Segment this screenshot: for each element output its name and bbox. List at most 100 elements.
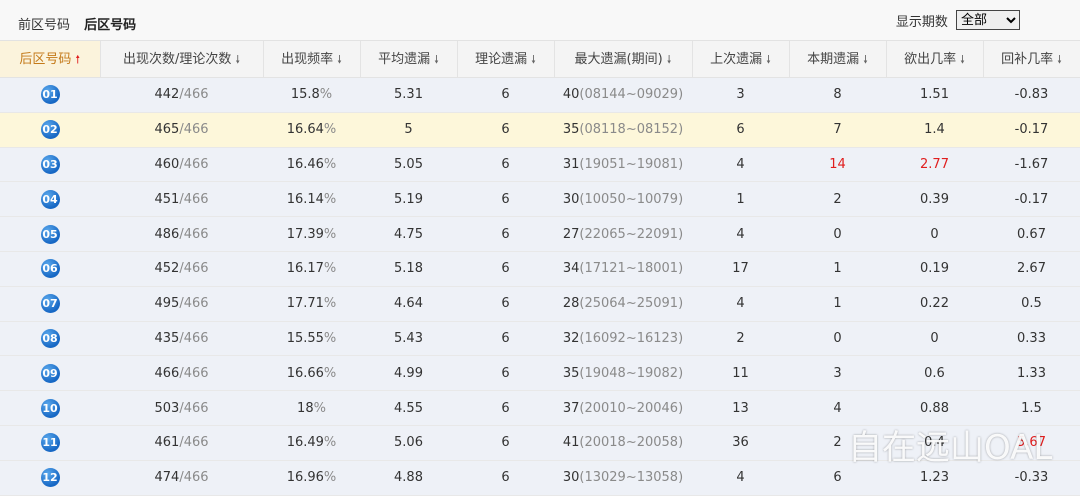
table-row[interactable]: 07 495/466 17.71% 4.64 6 28(25064~25091)…: [0, 286, 1080, 322]
column-label: 后区号码: [19, 52, 72, 67]
max-miss-cell: 27(22065~22091): [554, 216, 692, 252]
sort-down-icon: 🠗: [531, 53, 536, 66]
number-ball: 01: [40, 85, 60, 105]
table-row[interactable]: 03 460/466 16.46% 5.05 6 31(19051~19081)…: [0, 147, 1080, 183]
theory-count: /466: [179, 261, 209, 277]
number-cell: 01: [0, 77, 100, 113]
max-miss-value: 28: [562, 296, 580, 312]
last-miss-cell: 4: [692, 147, 789, 183]
max-miss-range: (19051~19081): [579, 156, 684, 172]
theory-miss-cell: 6: [457, 355, 554, 392]
number-cell: 10: [0, 390, 100, 426]
table-row[interactable]: 05 486/466 17.39% 4.75 6 27(22065~22091)…: [0, 216, 1080, 252]
table-row[interactable]: 08 435/466 15.55% 5.43 6 32(16092~16123)…: [0, 321, 1080, 357]
column-label: 出现频率: [281, 52, 334, 67]
sort-down-icon: 🠗: [766, 53, 771, 66]
frequency-cell: 16.64%: [263, 112, 360, 148]
last-miss-cell: 4: [692, 216, 789, 252]
theory-count: /466: [179, 156, 209, 172]
table-row[interactable]: 06 452/466 16.17% 5.18 6 34(17121~18001)…: [0, 251, 1080, 287]
table-row[interactable]: 10 503/466 18% 4.55 6 37(20010~20046) 13…: [0, 390, 1080, 426]
want-rate-cell: 2.77: [886, 147, 983, 183]
back-rate-cell: 2.67: [983, 251, 1080, 287]
max-miss-range: (17121~18001): [579, 261, 684, 277]
count-value: 452: [154, 261, 180, 277]
frequency-cell: 16.49%: [263, 425, 360, 461]
column-header-max-miss[interactable]: 最大遗漏(期间) 🠗: [554, 41, 693, 78]
column-header-theory-miss[interactable]: 理论遗漏 🠗: [457, 41, 555, 78]
column-header-last-miss[interactable]: 上次遗漏 🠗: [692, 41, 790, 78]
table-row[interactable]: 09 466/466 16.66% 4.99 6 35(19048~19082)…: [0, 355, 1080, 392]
percent-sign: %: [323, 365, 337, 381]
column-header-current-miss[interactable]: 本期遗漏 🠗: [789, 41, 887, 78]
back-rate-cell: -0.17: [983, 181, 1080, 218]
table-row[interactable]: 04 451/466 16.14% 5.19 6 30(10050~10079)…: [0, 181, 1080, 218]
period-select[interactable]: 全部: [956, 10, 1020, 30]
avg-miss-cell: 5.19: [360, 181, 457, 218]
column-label: 欲出几率: [904, 52, 957, 67]
max-miss-value: 35: [562, 122, 580, 138]
current-miss-cell: 0: [789, 321, 886, 357]
current-miss-cell: 1: [789, 286, 886, 322]
percent-sign: %: [323, 156, 337, 172]
want-rate-cell: 0.39: [886, 181, 983, 218]
column-header-number[interactable]: 后区号码 🠕: [0, 41, 101, 78]
max-miss-value: 37: [562, 400, 580, 416]
max-miss-value: 32: [562, 330, 580, 346]
want-rate-cell: 1.51: [886, 77, 983, 113]
column-label: 理论遗漏: [475, 52, 528, 67]
theory-count: /466: [179, 296, 209, 312]
count-cell: 474/466: [100, 460, 263, 496]
sort-up-icon: 🠕: [75, 53, 81, 66]
table-row[interactable]: 02 465/466 16.64% 5 6 35(08118~08152) 6 …: [0, 112, 1080, 148]
percent-sign: %: [323, 226, 337, 242]
top-toolbar: 前区号码 后区号码 显示期数 全部: [0, 0, 1080, 41]
max-miss-range: (20018~20058): [579, 435, 684, 451]
theory-miss-cell: 6: [457, 425, 554, 461]
count-cell: 460/466: [100, 147, 263, 183]
avg-miss-cell: 5.06: [360, 425, 457, 461]
theory-miss-cell: 6: [457, 112, 554, 148]
want-rate-cell: 0: [886, 321, 983, 357]
number-ball: 06: [40, 259, 60, 279]
column-header-count[interactable]: 出现次数/理论次数 🠗: [100, 41, 264, 78]
max-miss-cell: 32(16092~16123): [554, 321, 692, 357]
theory-miss-cell: 6: [457, 390, 554, 426]
theory-miss-cell: 6: [457, 321, 554, 357]
tab-front-zone[interactable]: 前区号码: [18, 14, 70, 33]
current-miss-cell: 1: [789, 251, 886, 287]
max-miss-range: (10050~10079): [579, 191, 684, 207]
column-header-avg-miss[interactable]: 平均遗漏 🠗: [360, 41, 458, 78]
table-row[interactable]: 12 474/466 16.96% 4.88 6 30(13029~13058)…: [0, 460, 1080, 496]
frequency-value: 16.46: [286, 156, 324, 172]
period-label: 显示期数: [895, 14, 948, 30]
number-cell: 08: [0, 321, 100, 357]
column-header-back-rate[interactable]: 回补几率 🠗: [983, 41, 1080, 78]
frequency-value: 16.96: [286, 470, 324, 486]
percent-sign: %: [323, 470, 337, 486]
table-row[interactable]: 11 461/466 16.49% 5.06 6 41(20018~20058)…: [0, 425, 1080, 461]
max-miss-cell: 37(20010~20046): [554, 390, 692, 426]
back-rate-cell: -0.83: [983, 77, 1080, 113]
number-ball: 12: [40, 468, 60, 488]
avg-miss-cell: 4.75: [360, 216, 457, 252]
want-rate-cell: 0: [886, 216, 983, 252]
number-cell: 06: [0, 251, 100, 287]
number-ball: 11: [40, 433, 60, 453]
max-miss-cell: 35(08118~08152): [554, 112, 692, 148]
count-value: 466: [154, 365, 180, 381]
column-header-want-rate[interactable]: 欲出几率 🠗: [886, 41, 984, 78]
table-row[interactable]: 01 442/466 15.8% 5.31 6 40(08144~09029) …: [0, 77, 1080, 113]
frequency-value: 17.71: [286, 296, 324, 312]
theory-miss-cell: 6: [457, 147, 554, 183]
count-cell: 451/466: [100, 181, 263, 218]
avg-miss-cell: 5.18: [360, 251, 457, 287]
max-miss-value: 41: [562, 435, 580, 451]
count-value: 460: [154, 156, 180, 172]
percent-sign: %: [313, 400, 326, 416]
number-ball: 07: [40, 294, 60, 314]
percent-sign: %: [323, 122, 337, 138]
tab-back-zone[interactable]: 后区号码: [84, 14, 136, 33]
theory-miss-cell: 6: [457, 251, 554, 287]
column-header-frequency[interactable]: 出现频率 🠗: [263, 41, 361, 78]
